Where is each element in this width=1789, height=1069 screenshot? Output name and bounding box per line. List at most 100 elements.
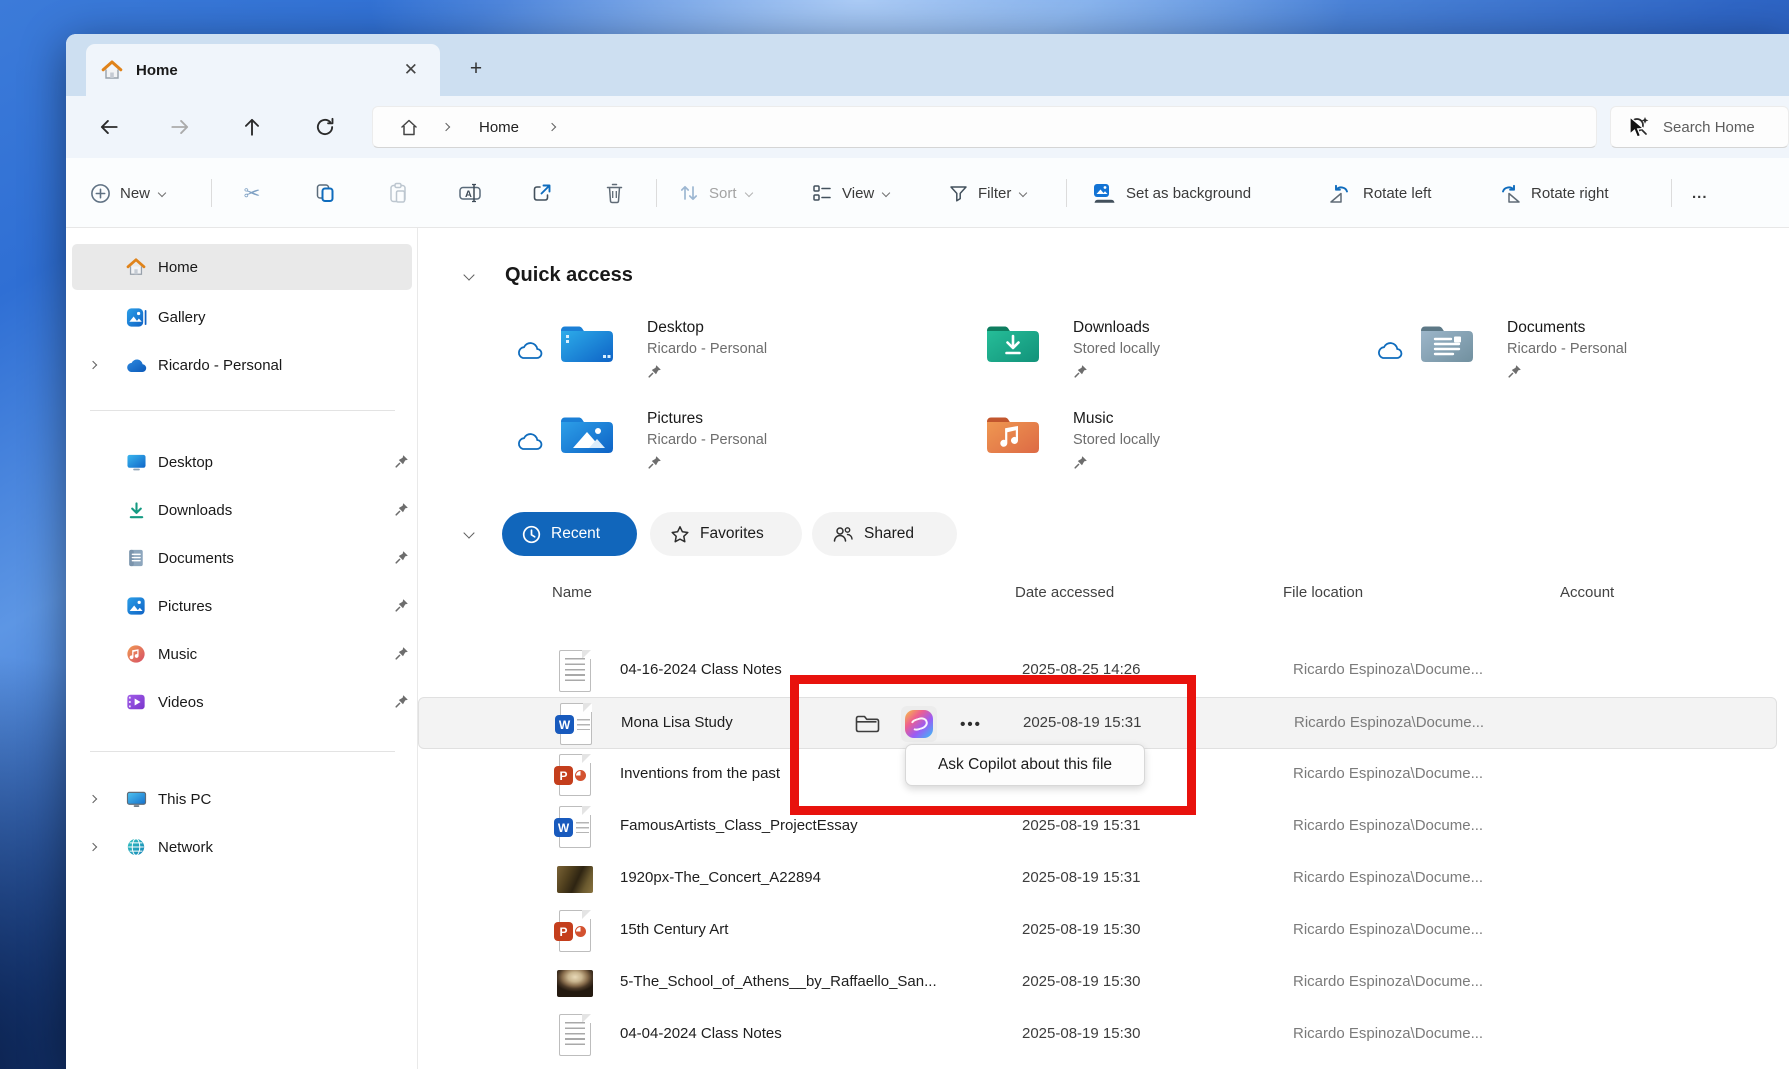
file-name[interactable]: Mona Lisa Study [621, 714, 733, 731]
file-location[interactable]: Ricardo Espinoza\Docume... [1294, 714, 1484, 731]
more-options-icon: ... [1692, 185, 1708, 202]
sidebar-item-downloads[interactable]: Downloads [72, 487, 412, 533]
breadcrumb-chevron-icon[interactable] [548, 123, 556, 131]
breadcrumb-location[interactable]: Home [479, 119, 519, 136]
column-header-name[interactable]: Name [552, 584, 592, 601]
image-file-thumbnail [557, 858, 593, 900]
file-row[interactable]: 04-04-2024 Class Notes 2025-08-19 15:30 … [418, 1009, 1777, 1061]
file-name[interactable]: 5-The_School_of_Athens__by_Raffaello_San… [620, 973, 937, 990]
forward-button[interactable] [162, 109, 198, 145]
file-row[interactable]: P 15th Century Art 2025-08-19 15:30 Rica… [418, 905, 1777, 957]
tab-shared[interactable]: Shared [812, 512, 957, 556]
recent-section-collapse-button[interactable] [458, 522, 480, 544]
file-location[interactable]: Ricardo Espinoza\Docume... [1293, 973, 1483, 990]
rename-button[interactable]: A [454, 177, 486, 209]
new-button[interactable]: New [90, 158, 165, 228]
rotate-left-button[interactable]: Rotate left [1328, 158, 1431, 228]
file-name[interactable]: 15th Century Art [620, 921, 728, 938]
breadcrumb-chevron-icon[interactable] [442, 123, 450, 131]
new-tab-button[interactable]: + [459, 52, 493, 86]
file-name[interactable]: 04-04-2024 Class Notes [620, 1025, 782, 1042]
card-subtitle: Ricardo - Personal [647, 432, 767, 448]
file-row[interactable]: 1920px-The_Concert_A22894 2025-08-19 15:… [418, 853, 1777, 905]
breadcrumb-home-icon[interactable] [399, 118, 419, 137]
sort-button[interactable]: Sort [678, 158, 752, 228]
column-header-date-accessed[interactable]: Date accessed [1015, 584, 1114, 601]
paste-button[interactable] [382, 177, 414, 209]
tab-home[interactable]: Home ✕ [86, 44, 440, 96]
refresh-button[interactable] [307, 109, 343, 145]
share-button[interactable] [526, 177, 558, 209]
quick-access-card-music[interactable]: Music Stored locally [941, 410, 1321, 480]
file-location[interactable]: Ricardo Espinoza\Docume... [1293, 1025, 1483, 1042]
file-list-header: Name Date accessed File location Account [418, 584, 1789, 610]
file-location[interactable]: Ricardo Espinoza\Docume... [1293, 765, 1483, 782]
sidebar-item-documents[interactable]: Documents [72, 535, 412, 581]
sidebar-item-videos[interactable]: Videos [72, 679, 412, 725]
rotate-right-button[interactable]: Rotate right [1496, 158, 1609, 228]
chevron-right-icon[interactable] [89, 361, 97, 369]
sort-icon [678, 183, 700, 203]
pin-icon [647, 454, 664, 471]
tab-recent[interactable]: Recent [502, 512, 637, 556]
file-date-accessed: 2025-08-19 15:30 [1022, 973, 1140, 990]
column-header-account[interactable]: Account [1560, 584, 1614, 601]
copy-button[interactable] [309, 177, 341, 209]
sidebar-item-network[interactable]: Network [72, 824, 412, 870]
view-button[interactable]: View [811, 158, 889, 228]
onedrive-cloud-icon [124, 353, 148, 377]
up-button[interactable] [234, 109, 270, 145]
powerpoint-file-icon: P [557, 754, 593, 796]
file-location[interactable]: Ricardo Espinoza\Docume... [1293, 869, 1483, 886]
cut-button[interactable]: ✂ [236, 177, 268, 209]
text-file-icon [557, 650, 593, 692]
tab-close-icon[interactable]: ✕ [396, 58, 426, 82]
file-name[interactable]: 04-16-2024 Class Notes [620, 661, 782, 678]
word-file-icon: W [557, 806, 593, 848]
address-bar[interactable]: Home [372, 106, 1597, 148]
file-name[interactable]: 1920px-The_Concert_A22894 [620, 869, 821, 886]
sidebar-item-this-pc[interactable]: This PC [72, 776, 412, 822]
quick-access-card-desktop[interactable]: Desktop Ricardo - Personal [515, 319, 935, 389]
file-name[interactable]: FamousArtists_Class_ProjectEssay [620, 817, 858, 834]
back-button[interactable] [91, 109, 127, 145]
file-location[interactable]: Ricardo Espinoza\Docume... [1293, 817, 1483, 834]
file-row[interactable]: 5-The_School_of_Athens__by_Raffaello_San… [418, 957, 1777, 1009]
star-icon [670, 525, 690, 544]
pin-icon [1073, 454, 1090, 471]
quick-access-card-downloads[interactable]: Downloads Stored locally [941, 319, 1321, 389]
set-as-background-button[interactable]: Set as background [1092, 158, 1251, 228]
tab-favorites[interactable]: Favorites [650, 512, 802, 556]
filter-button[interactable]: Filter [948, 158, 1026, 228]
pin-icon [647, 363, 664, 380]
sidebar-item-pictures[interactable]: Pictures [72, 583, 412, 629]
more-options-button[interactable]: ... [1692, 158, 1708, 228]
sidebar-item-onedrive[interactable]: Ricardo - Personal [72, 342, 412, 388]
pin-icon [394, 453, 412, 471]
set-as-background-label: Set as background [1126, 185, 1251, 202]
card-subtitle: Stored locally [1073, 341, 1160, 357]
file-location[interactable]: Ricardo Espinoza\Docume... [1293, 661, 1483, 678]
sidebar-item-gallery[interactable]: Gallery [72, 294, 412, 340]
quick-access-card-pictures[interactable]: Pictures Ricardo - Personal [515, 410, 935, 480]
pill-label: Shared [864, 525, 914, 543]
sidebar-item-music[interactable]: Music [72, 631, 412, 677]
column-header-file-location[interactable]: File location [1283, 584, 1363, 601]
quick-access-card-documents[interactable]: Documents Ricardo - Personal [1375, 319, 1755, 389]
desktop-icon [124, 450, 148, 474]
quick-access-collapse-button[interactable] [458, 264, 480, 286]
downloads-folder-icon [985, 321, 1041, 369]
delete-button[interactable] [598, 177, 630, 209]
image-file-thumbnail [557, 962, 593, 1004]
pin-icon [394, 597, 412, 615]
card-subtitle: Ricardo - Personal [647, 341, 767, 357]
sidebar-item-home[interactable]: Home [72, 244, 412, 290]
file-location[interactable]: Ricardo Espinoza\Docume... [1293, 921, 1483, 938]
chevron-right-icon[interactable] [89, 843, 97, 851]
sidebar-divider [90, 410, 395, 411]
text-file-icon [557, 1014, 593, 1056]
file-name[interactable]: Inventions from the past [620, 765, 780, 782]
content-area: Home Gallery Ricardo - Personal [66, 228, 1789, 1069]
chevron-right-icon[interactable] [89, 795, 97, 803]
sidebar-item-desktop[interactable]: Desktop [72, 439, 412, 485]
